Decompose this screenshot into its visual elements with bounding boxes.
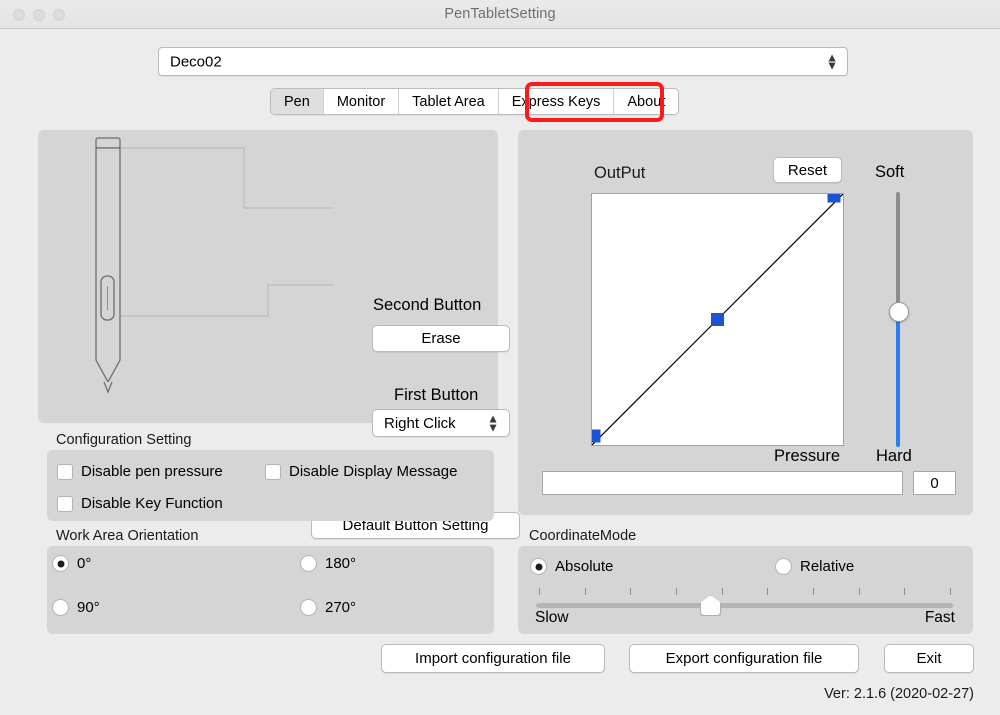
coordinate-mode-label: CoordinateMode bbox=[529, 528, 637, 544]
radio-orientation-180[interactable]: 180° bbox=[300, 555, 356, 572]
slider-tick bbox=[767, 588, 769, 595]
version-text: Ver: 2.1.6 (2020-02-27) bbox=[824, 686, 974, 702]
exit-button[interactable]: Exit bbox=[884, 644, 974, 673]
pressure-curve-chart[interactable] bbox=[587, 189, 844, 446]
second-button-label: Second Button bbox=[373, 296, 482, 314]
checkbox-label: Disable Display Message bbox=[289, 463, 458, 480]
slider-track-upper bbox=[896, 192, 900, 311]
radio-orientation-270[interactable]: 270° bbox=[300, 599, 356, 616]
slider-tick bbox=[858, 588, 860, 595]
slider-tick bbox=[813, 588, 814, 595]
slider-track bbox=[536, 603, 953, 608]
pressure-sensitivity-slider[interactable] bbox=[889, 192, 909, 447]
hard-label: Hard bbox=[876, 447, 912, 465]
radio-label: 270° bbox=[325, 599, 357, 616]
configuration-setting-label: Configuration Setting bbox=[56, 432, 192, 448]
tab-pen[interactable]: Pen bbox=[271, 89, 324, 114]
slider-tick bbox=[630, 588, 632, 595]
traffic-light-group bbox=[13, 9, 65, 21]
checkbox-icon[interactable] bbox=[57, 495, 73, 512]
pressure-value-field[interactable]: 0 bbox=[913, 471, 956, 495]
pressure-axis-label: Pressure bbox=[774, 447, 841, 465]
radio-icon[interactable] bbox=[52, 555, 69, 572]
slider-tick bbox=[539, 588, 540, 595]
radio-icon[interactable] bbox=[530, 558, 547, 575]
reset-button[interactable]: Reset bbox=[773, 157, 842, 183]
radio-label: 0° bbox=[77, 555, 92, 572]
work-area-orientation-label: Work Area Orientation bbox=[56, 528, 199, 544]
slider-thumb[interactable] bbox=[889, 302, 909, 323]
slider-tick bbox=[950, 588, 951, 595]
second-button-value-button[interactable]: Erase bbox=[372, 325, 510, 352]
radio-icon[interactable] bbox=[52, 599, 69, 616]
tab-about[interactable]: About bbox=[614, 89, 679, 114]
tab-express-keys[interactable]: Express Keys bbox=[498, 89, 615, 114]
checkbox-disable-key-function[interactable]: Disable Key Function bbox=[57, 495, 223, 512]
radio-orientation-90[interactable]: 90° bbox=[52, 599, 100, 616]
radio-icon[interactable] bbox=[300, 555, 317, 572]
pen-illustration-panel: Second Button Erase First Button Right C… bbox=[38, 130, 520, 539]
radio-orientation-0[interactable]: 0° bbox=[52, 555, 91, 572]
device-select-value: Deco02 bbox=[170, 53, 222, 70]
checkbox-disable-pen-pressure[interactable]: Disable pen pressure bbox=[57, 463, 223, 480]
window-title: PenTabletSetting bbox=[444, 6, 556, 22]
slider-thumb[interactable] bbox=[700, 595, 722, 616]
radio-label: 180° bbox=[325, 555, 357, 572]
tab-monitor[interactable]: Monitor bbox=[323, 89, 400, 114]
window-titlebar: PenTabletSetting bbox=[0, 0, 1000, 29]
zoom-icon[interactable] bbox=[53, 9, 65, 21]
work-area-orientation-panel: 0° 180° 90° 270° bbox=[47, 546, 494, 634]
slider-tick bbox=[721, 588, 723, 595]
export-configuration-button[interactable]: Export configuration file bbox=[629, 644, 859, 673]
checkbox-label: Disable Key Function bbox=[81, 495, 223, 512]
stylus-pen-icon bbox=[95, 137, 334, 394]
first-button-label: First Button bbox=[394, 386, 479, 404]
radio-relative[interactable]: Relative bbox=[775, 558, 854, 575]
coordinate-speed-slider[interactable] bbox=[536, 586, 953, 616]
stepper-updown-icon[interactable]: ▲ ▼ bbox=[826, 51, 838, 71]
output-axis-label: OutPut bbox=[594, 164, 646, 182]
checkbox-icon[interactable] bbox=[57, 463, 73, 480]
radio-label: 90° bbox=[77, 599, 100, 616]
radio-label: Relative bbox=[800, 558, 855, 575]
radio-label: Absolute bbox=[555, 558, 614, 575]
first-button-select[interactable]: Right Click ▲ ▼ bbox=[372, 409, 510, 437]
checkbox-label: Disable pen pressure bbox=[81, 463, 223, 480]
slider-tick bbox=[904, 588, 906, 595]
checkbox-icon[interactable] bbox=[265, 463, 281, 480]
slider-tick-marks bbox=[536, 586, 953, 596]
tab-tablet-area[interactable]: Tablet Area bbox=[399, 89, 499, 114]
soft-label: Soft bbox=[875, 163, 905, 181]
device-select-control[interactable]: Deco02 ▲ ▼ bbox=[158, 47, 848, 76]
device-selector[interactable]: Deco02 ▲ ▼ bbox=[158, 47, 848, 76]
slider-tick bbox=[676, 588, 677, 595]
current-pressure-bar bbox=[542, 471, 903, 495]
slider-min-label: Slow bbox=[535, 609, 569, 626]
slider-track-lower bbox=[896, 314, 900, 447]
first-button-value: Right Click bbox=[384, 414, 456, 432]
slider-tick bbox=[584, 588, 586, 595]
minimize-icon[interactable] bbox=[33, 9, 45, 21]
radio-icon[interactable] bbox=[775, 558, 792, 575]
pressure-curve-svg[interactable] bbox=[587, 189, 844, 446]
close-icon[interactable] bbox=[13, 9, 25, 21]
import-configuration-button[interactable]: Import configuration file bbox=[381, 644, 605, 673]
stepper-updown-icon[interactable]: ▲ ▼ bbox=[487, 413, 499, 433]
tab-bar: Pen Monitor Tablet Area Express Keys Abo… bbox=[270, 88, 680, 115]
radio-absolute[interactable]: Absolute bbox=[530, 558, 613, 575]
radio-icon[interactable] bbox=[300, 599, 317, 616]
pen-tablet-setting-window: PenTabletSetting Deco02 ▲ ▼ Pen Monitor T… bbox=[0, 0, 1000, 715]
slider-max-label: Fast bbox=[924, 609, 955, 626]
checkbox-disable-display-message[interactable]: Disable Display Message bbox=[265, 463, 457, 480]
configuration-setting-panel: Disable pen pressure Disable Display Mes… bbox=[47, 450, 494, 521]
